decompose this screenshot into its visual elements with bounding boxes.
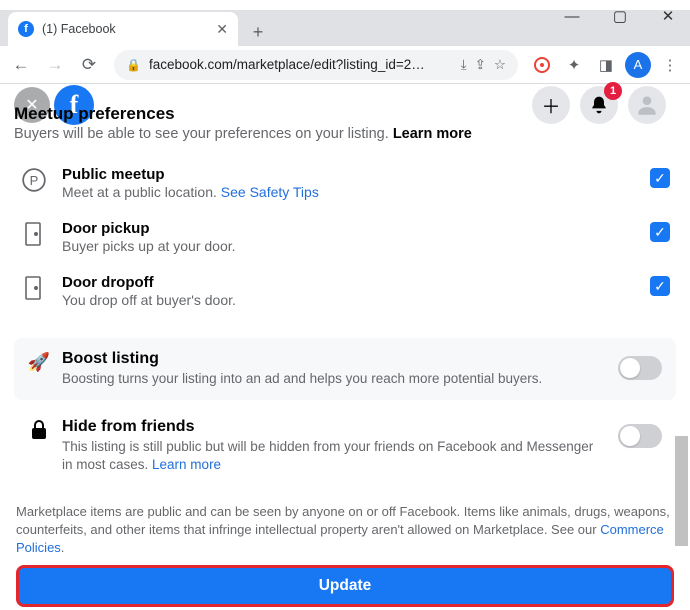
install-app-icon[interactable]: ⤓ [461, 57, 467, 73]
scrollbar[interactable] [674, 76, 689, 610]
footer-disclaimer: Marketplace items are public and can be … [16, 503, 674, 558]
update-button[interactable]: Update [16, 565, 674, 607]
boost-title: Boost listing [62, 350, 606, 368]
checkbox-public-meetup[interactable]: ✓ [650, 168, 670, 188]
boost-toggle[interactable] [618, 356, 662, 380]
meetup-subtitle: Buyers will be able to see your preferen… [14, 126, 676, 142]
share-icon[interactable]: ⇪ [475, 57, 486, 73]
window-controls: — ▢ ✕ [558, 6, 682, 26]
profile-avatar[interactable]: A [624, 51, 652, 79]
browser-tab[interactable]: f (1) Facebook ✕ [8, 12, 238, 46]
extensions-puzzle-icon[interactable]: ✦ [560, 51, 588, 79]
facebook-favicon-icon: f [18, 21, 34, 37]
parking-icon: P [20, 166, 48, 194]
pref-door-pickup[interactable]: Door pickup Buyer picks up at your door.… [14, 210, 676, 264]
bookmark-star-icon[interactable]: ☆ [494, 57, 506, 73]
pref-title: Door dropoff [62, 274, 636, 291]
chrome-menu-icon[interactable]: ⋮ [656, 51, 684, 79]
address-bar[interactable]: 🔒 facebook.com/marketplace/edit?listing_… [114, 50, 518, 80]
meetup-title: Meetup preferences [14, 104, 676, 124]
extension-circle-icon[interactable] [528, 51, 556, 79]
hide-title: Hide from friends [62, 418, 606, 436]
pref-public-meetup[interactable]: P Public meetup Meet at a public locatio… [14, 156, 676, 210]
lock-icon [28, 420, 50, 440]
rocket-icon: 🚀 [28, 352, 50, 373]
hide-learn-more-link[interactable]: Learn more [152, 457, 221, 472]
checkbox-door-dropoff[interactable]: ✓ [650, 276, 670, 296]
pref-desc: You drop off at buyer's door. [62, 292, 636, 308]
back-button[interactable]: ← [6, 50, 36, 80]
hide-from-friends-row[interactable]: Hide from friends This listing is still … [14, 406, 676, 486]
pref-title: Door pickup [62, 220, 636, 237]
pref-door-dropoff[interactable]: Door dropoff You drop off at buyer's doo… [14, 264, 676, 318]
pref-title: Public meetup [62, 166, 636, 183]
reload-button[interactable]: ⟳ [74, 50, 104, 80]
tab-title: (1) Facebook [42, 22, 208, 36]
svg-text:P: P [30, 173, 39, 188]
content-area: Meetup preferences Buyers will be able t… [0, 76, 690, 610]
pref-desc: Meet at a public location. See Safety Ti… [62, 184, 636, 200]
window-minimize-icon[interactable]: — [558, 6, 586, 26]
safety-tips-link[interactable]: See Safety Tips [221, 184, 319, 200]
door-icon [20, 220, 48, 248]
hide-toggle[interactable] [618, 424, 662, 448]
boost-desc: Boosting turns your listing into an ad a… [62, 370, 606, 388]
forward-button[interactable]: → [40, 50, 70, 80]
window-maximize-icon[interactable]: ▢ [606, 6, 634, 26]
pref-desc: Buyer picks up at your door. [62, 238, 636, 254]
new-tab-button[interactable]: + [244, 18, 272, 46]
scrollbar-thumb[interactable] [675, 436, 688, 546]
window-close-icon[interactable]: ✕ [654, 6, 682, 26]
tab-close-icon[interactable]: ✕ [216, 21, 228, 38]
meetup-learn-more-link[interactable]: Learn more [393, 126, 472, 142]
lock-icon: 🔒 [126, 58, 141, 72]
url-text: facebook.com/marketplace/edit?listing_id… [149, 57, 453, 72]
door-icon [20, 274, 48, 302]
checkbox-door-pickup[interactable]: ✓ [650, 222, 670, 242]
hide-desc: This listing is still public but will be… [62, 438, 606, 474]
sidepanel-icon[interactable]: ◨ [592, 51, 620, 79]
boost-listing-row[interactable]: 🚀 Boost listing Boosting turns your list… [14, 338, 676, 400]
